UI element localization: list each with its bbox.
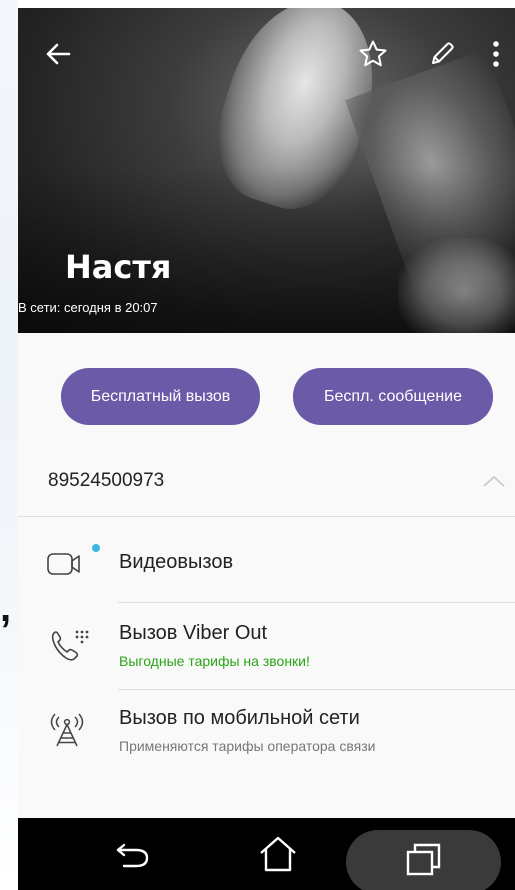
chevron-up-icon[interactable] xyxy=(482,474,506,493)
free-call-button[interactable]: Бесплатный вызов xyxy=(61,368,260,425)
background-margin xyxy=(0,0,18,890)
video-camera-icon xyxy=(46,542,106,582)
mobile-call-option[interactable]: Вызов по мобильной сети xyxy=(119,707,360,730)
cell-tower-icon xyxy=(44,708,90,750)
star-icon[interactable] xyxy=(355,36,391,72)
phone-keypad-icon xyxy=(46,623,94,667)
system-navigation-bar xyxy=(18,818,515,890)
phone-number: 89524500973 xyxy=(48,470,165,491)
contact-name: Настя xyxy=(65,248,172,286)
viber-out-option[interactable]: Вызов Viber Out xyxy=(119,622,267,645)
viber-out-promo: Выгодные тарифы на звонки! xyxy=(119,653,310,669)
divider xyxy=(118,602,515,603)
back-arrow-icon[interactable] xyxy=(40,36,76,72)
contact-online-status: В сети: сегодня в 20:07 xyxy=(18,300,158,315)
free-message-button[interactable]: Беспл. сообщение xyxy=(293,368,493,425)
nav-recents-icon[interactable] xyxy=(389,824,459,890)
divider xyxy=(18,516,515,517)
nav-home-icon[interactable] xyxy=(243,818,313,890)
background-glyph: , xyxy=(0,586,12,630)
video-call-option[interactable]: Видеовызов xyxy=(119,551,233,574)
contact-photo: Настя В сети: сегодня в 20:07 xyxy=(18,8,515,333)
mobile-call-note: Применяются тарифы оператора связи xyxy=(119,738,376,754)
divider xyxy=(118,689,515,690)
more-vert-icon[interactable] xyxy=(484,36,508,72)
pencil-icon[interactable] xyxy=(424,36,460,72)
contact-screen: Настя В сети: сегодня в 20:07 Бесплатный… xyxy=(18,8,515,890)
nav-back-icon[interactable] xyxy=(98,818,168,890)
